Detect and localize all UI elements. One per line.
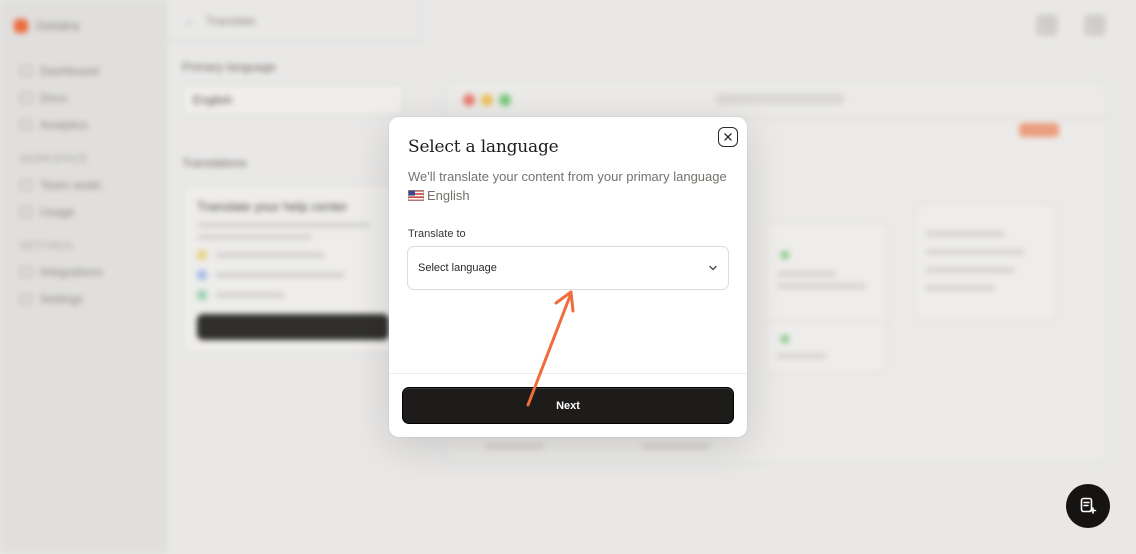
language-select[interactable]: Select language [407,246,729,290]
dialog-title: Select a language [408,137,559,157]
next-button[interactable]: Next [402,387,734,424]
primary-language-name: English [427,188,470,203]
dialog-description: We'll translate your content from your p… [408,167,728,205]
close-icon [724,133,732,141]
primary-language: English [408,188,470,203]
chat-fab-button[interactable] [1066,484,1110,528]
select-language-dialog: Select a language We'll translate your c… [389,117,747,437]
us-flag-icon [408,190,424,201]
description-text: We'll translate your content from your p… [408,169,727,184]
chat-compose-icon [1080,497,1097,514]
language-select-value: Select language [418,262,497,274]
translate-to-label: Translate to [408,228,466,240]
footer-divider [389,373,747,374]
close-button[interactable] [718,127,738,147]
chevron-down-icon [709,265,717,271]
